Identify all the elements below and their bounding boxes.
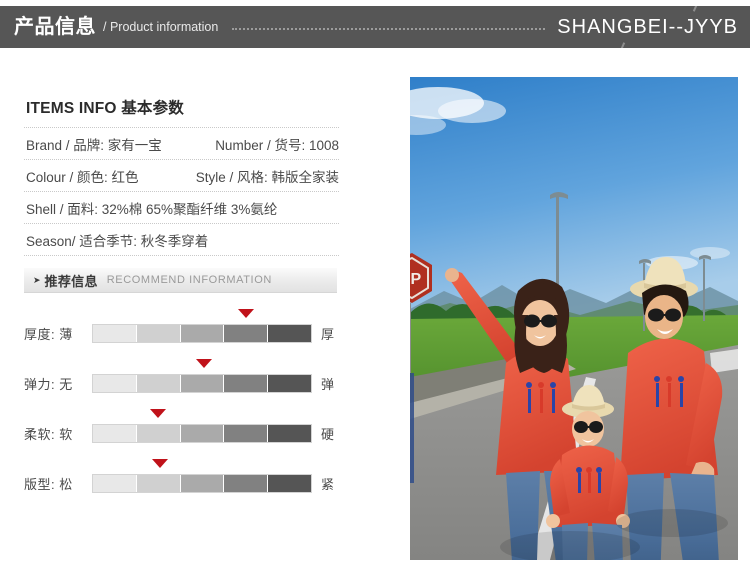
slider-end-thickness: 厚 bbox=[321, 327, 335, 342]
slider-segment bbox=[179, 375, 224, 392]
product-photo-illustration: OP bbox=[410, 77, 738, 560]
slider-label-fit: 版型: 松 bbox=[24, 477, 73, 492]
slider-segment bbox=[223, 475, 268, 492]
triangle-right-icon: ➤ bbox=[33, 274, 41, 285]
param-brand: Brand / 品牌: 家有一宝 bbox=[26, 137, 162, 153]
recommend-title-cn: 推荐信息 bbox=[44, 273, 98, 289]
attribute-sliders: 厚度: 薄 厚 弹力: 无 弹 柔软: 软 硬 版型: 松 紧 bbox=[24, 305, 344, 505]
table-row: Season/ 适合季节: 秋冬季穿着 bbox=[24, 224, 339, 256]
slider-segment bbox=[179, 425, 224, 442]
slider-marker-elasticity-icon bbox=[196, 359, 213, 368]
header-brand-name: SHANGBEI--JYYB bbox=[557, 15, 738, 38]
svg-text:OP: OP bbox=[410, 271, 421, 288]
slider-marker-thickness-icon bbox=[238, 309, 254, 318]
slider-segment bbox=[179, 475, 224, 492]
slider-end-softness: 硬 bbox=[321, 427, 335, 442]
header-dotted-divider bbox=[232, 27, 546, 30]
items-info-section: ITEMS INFO 基本参数 Brand / 品牌: 家有一宝 Number … bbox=[24, 96, 339, 256]
slider-track-softness[interactable] bbox=[92, 424, 312, 443]
slider-segment bbox=[93, 425, 136, 442]
slider-label-thickness: 厚度: 薄 bbox=[24, 327, 73, 342]
table-row: Shell / 面料: 32%棉 65%聚酯纤维 3%氨纶 bbox=[24, 192, 339, 224]
items-info-heading: ITEMS INFO 基本参数 bbox=[26, 100, 185, 117]
product-photo[interactable]: OP bbox=[410, 77, 738, 560]
slider-segment bbox=[267, 375, 311, 392]
decorative-slash-top-icon bbox=[692, 6, 702, 12]
slider-segment bbox=[135, 425, 180, 442]
slider-segment bbox=[135, 325, 180, 342]
header-title-cn: 产品信息 bbox=[14, 16, 96, 38]
slider-marker-softness-icon bbox=[150, 409, 166, 418]
slider-track-thickness[interactable] bbox=[92, 324, 312, 343]
slider-segment bbox=[267, 425, 311, 442]
table-row: Colour / 颜色: 红色 Style / 风格: 韩版全家装 bbox=[24, 160, 339, 192]
slider-segment bbox=[223, 425, 268, 442]
slider-segment bbox=[267, 475, 311, 492]
slider-segment bbox=[93, 375, 136, 392]
param-colour: Colour / 颜色: 红色 bbox=[26, 169, 139, 185]
param-number: Number / 货号: 1008 bbox=[215, 137, 339, 153]
slider-label-softness: 柔软: 软 bbox=[24, 427, 73, 442]
table-row: Brand / 品牌: 家有一宝 Number / 货号: 1008 bbox=[24, 128, 339, 160]
slider-end-elasticity: 弹 bbox=[321, 377, 335, 392]
param-season: Season/ 适合季节: 秋冬季穿着 bbox=[26, 233, 209, 249]
slider-segment bbox=[223, 375, 268, 392]
slider-segment bbox=[135, 375, 180, 392]
decorative-slash-bottom-icon bbox=[616, 42, 626, 48]
slider-segment bbox=[267, 325, 311, 342]
slider-segment bbox=[93, 475, 136, 492]
slider-softness: 柔软: 软 硬 bbox=[24, 405, 344, 455]
slider-marker-fit-icon bbox=[152, 459, 169, 468]
slider-end-fit: 紧 bbox=[321, 477, 335, 492]
slider-thickness: 厚度: 薄 厚 bbox=[24, 305, 344, 355]
recommend-title-en: RECOMMEND INFORMATION bbox=[106, 274, 272, 286]
parameter-table: Brand / 品牌: 家有一宝 Number / 货号: 1008 Colou… bbox=[24, 127, 339, 256]
slider-label-elasticity: 弹力: 无 bbox=[24, 377, 73, 392]
slider-segment bbox=[93, 325, 136, 342]
slider-segment bbox=[179, 325, 224, 342]
slider-elasticity: 弹力: 无 弹 bbox=[24, 355, 344, 405]
recommend-information-bar: ➤ 推荐信息 RECOMMEND INFORMATION bbox=[24, 268, 337, 293]
param-style: Style / 风格: 韩版全家装 bbox=[195, 169, 339, 185]
slider-track-fit[interactable] bbox=[92, 474, 312, 493]
slider-segment bbox=[223, 325, 268, 342]
slider-fit: 版型: 松 紧 bbox=[24, 455, 344, 505]
header-title-en: / Product information bbox=[103, 19, 219, 34]
slider-segment bbox=[135, 475, 180, 492]
slider-track-elasticity[interactable] bbox=[92, 374, 312, 393]
param-shell: Shell / 面料: 32%棉 65%聚酯纤维 3%氨纶 bbox=[26, 201, 278, 217]
page-header: 产品信息 / Product information SHANGBEI--JYY… bbox=[0, 6, 750, 48]
